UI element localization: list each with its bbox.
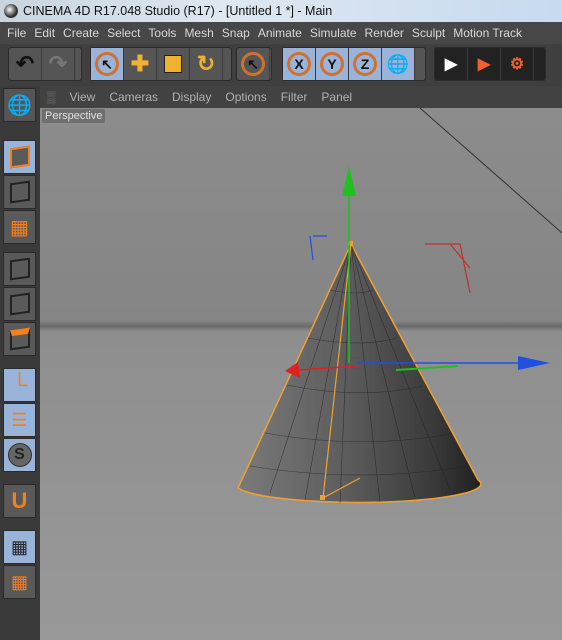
menu-edit[interactable]: Edit (30, 22, 59, 44)
viewport-menu-cameras[interactable]: Cameras (102, 90, 165, 104)
live-selection-button[interactable]: ↖ (91, 48, 124, 80)
clapper-icon: ▶ (444, 56, 458, 73)
rotate-button[interactable]: ↻ (190, 48, 223, 80)
cube-icon (9, 145, 30, 169)
world-axis-icon: 🌐 (386, 53, 410, 74)
workplane-mode-button[interactable]: ▦ (3, 210, 36, 244)
redo-button[interactable]: ↷ (42, 48, 75, 80)
texture-mode-button[interactable] (3, 175, 36, 209)
globe-icon: 🌐 (7, 94, 32, 117)
edges-mode-button[interactable] (3, 287, 36, 321)
undo-button[interactable]: ↶ (9, 48, 42, 80)
enable-axis-button[interactable]: └ (3, 368, 36, 402)
tweak-mode-button[interactable]: ☰ (3, 403, 36, 437)
grid-rotate-icon: ▦ (10, 571, 28, 592)
viewport-menu-display[interactable]: Display (165, 90, 218, 104)
coordinate-system-button[interactable]: 🌐 (382, 48, 415, 80)
viewport-menu-panel[interactable]: Panel (314, 90, 359, 104)
render-view-button[interactable]: ▶ (435, 48, 468, 80)
left-toolbar: 🌐 ▦ └ ☰ S U ▦ ▦ (0, 86, 40, 640)
clapper-icon: ▶ (477, 56, 491, 73)
viewport-menu-view[interactable]: View (63, 90, 103, 104)
move-button[interactable]: ✚ (124, 48, 157, 80)
title-bar: CINEMA 4D R17.048 Studio (R17) - [Untitl… (0, 0, 562, 22)
viewport-label: Perspective (42, 109, 106, 123)
solo-button[interactable]: S (3, 438, 36, 472)
planar-workplane-button[interactable]: ▦ (3, 565, 36, 599)
scale-button[interactable] (157, 48, 190, 80)
points-mode-button[interactable] (3, 252, 36, 286)
model-mode-button[interactable] (3, 140, 36, 174)
menu-create[interactable]: Create (59, 22, 103, 44)
menu-mesh[interactable]: Mesh (180, 22, 217, 44)
snap-button[interactable]: U (3, 484, 36, 518)
x-axis-button[interactable]: X (283, 48, 316, 80)
grid-lock-icon: ▦ (10, 536, 28, 557)
menu-bar: File Edit Create Select Tools Mesh Snap … (0, 22, 562, 44)
undo-icon: ↶ (15, 51, 35, 76)
checker-cube-icon (9, 180, 30, 204)
menu-tools[interactable]: Tools (144, 22, 180, 44)
grid-plane-icon: ▦ (10, 216, 29, 239)
rotate-icon: ↻ (196, 51, 216, 76)
menu-simulate[interactable]: Simulate (306, 22, 361, 44)
menu-animate[interactable]: Animate (254, 22, 306, 44)
menu-snap[interactable]: Snap (218, 22, 254, 44)
menu-select[interactable]: Select (103, 22, 144, 44)
move-icon: ✚ (130, 51, 150, 76)
polygon-cube-icon (9, 327, 30, 351)
z-axis-button[interactable]: Z (349, 48, 382, 80)
perspective-viewport[interactable] (40, 108, 562, 640)
menu-file[interactable]: File (3, 22, 30, 44)
render-to-picture-viewer-button[interactable]: ▶ (468, 48, 501, 80)
viewport-solo-button[interactable]: 🌐 (3, 88, 36, 122)
render-settings-button[interactable]: ⚙ (501, 48, 534, 80)
viewport-menu-options[interactable]: Options (218, 90, 273, 104)
recent-tool-button[interactable]: ↖ (237, 48, 270, 80)
mouse-icon: ☰ (11, 409, 28, 430)
menu-render[interactable]: Render (361, 22, 408, 44)
cursor-icon: ↖ (241, 52, 265, 76)
cursor-icon: ↖ (95, 52, 119, 76)
lock-workplane-button[interactable]: ▦ (3, 530, 36, 564)
viewport-menu: ▒ View Cameras Display Options Filter Pa… (40, 86, 562, 108)
solo-s-icon: S (7, 443, 32, 467)
redo-icon: ↷ (48, 51, 68, 76)
viewport-menu-filter[interactable]: Filter (274, 90, 315, 104)
window-title: CINEMA 4D R17.048 Studio (R17) - [Untitl… (23, 4, 333, 18)
magnet-icon: U (11, 488, 28, 513)
gear-clapper-icon: ⚙ (509, 56, 525, 73)
menu-motion-track[interactable]: Motion Track (449, 22, 526, 44)
axis-icon: └ (11, 372, 28, 397)
edges-cube-icon (9, 292, 30, 316)
main-toolbar: ↶ ↷ ↖ ✚ ↻ ↖ X Y Z 🌐 ▶ ▶ ⚙ (0, 44, 562, 86)
menu-sculpt[interactable]: Sculpt (408, 22, 449, 44)
cinema4d-logo-icon (4, 4, 18, 18)
y-axis-button[interactable]: Y (316, 48, 349, 80)
points-cube-icon (9, 257, 30, 281)
polygons-mode-button[interactable] (3, 322, 36, 356)
viewport-grip-icon: ▒ (47, 90, 56, 104)
scale-icon (164, 55, 182, 73)
